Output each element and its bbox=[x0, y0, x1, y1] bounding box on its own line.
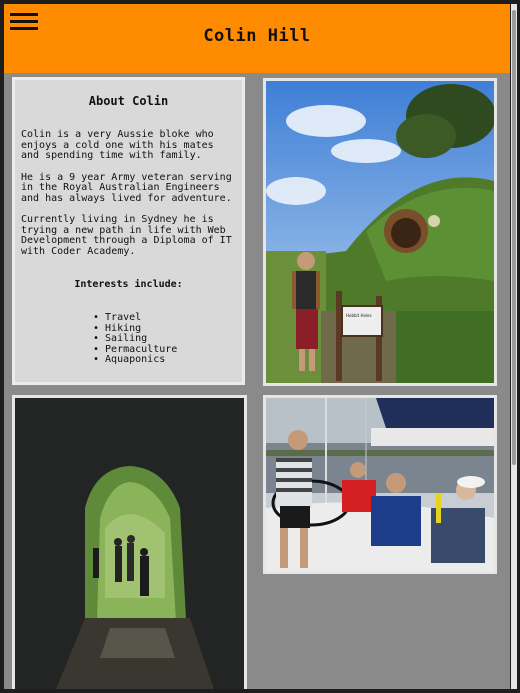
photo-sailing bbox=[263, 395, 497, 574]
about-paragraph: Colin is a very Aussie bloke who enjoys … bbox=[21, 129, 214, 161]
site-header: Colin Hill bbox=[4, 4, 510, 73]
photo-tunnel bbox=[12, 395, 247, 689]
photo-hobbiton: Hobbit Holes bbox=[263, 78, 497, 386]
interest-item: Aquaponics bbox=[93, 354, 236, 366]
about-heading: About Colin bbox=[88, 94, 169, 108]
vertical-scrollbar[interactable] bbox=[511, 4, 517, 689]
about-paragraph: He is a 9 year Army veteran serving in t… bbox=[21, 171, 232, 204]
page-frame: Colin Hill About Colin Colin is a very A… bbox=[4, 4, 510, 689]
about-paragraph: Currently living in Sydney he is trying … bbox=[21, 214, 232, 257]
interest-item: Sailing bbox=[93, 333, 236, 345]
hobbit-sign-text: Hobbit Holes bbox=[346, 313, 372, 318]
site-title: Colin Hill bbox=[203, 26, 311, 46]
scrollbar-thumb[interactable] bbox=[512, 10, 516, 465]
interest-item: Travel bbox=[93, 312, 236, 324]
interests-heading: Interests include: bbox=[74, 279, 183, 290]
interests-list: Travel Hiking Sailing Permaculture Aquap… bbox=[21, 312, 236, 366]
about-card: About Colin Colin is a very Aussie bloke… bbox=[12, 77, 245, 385]
